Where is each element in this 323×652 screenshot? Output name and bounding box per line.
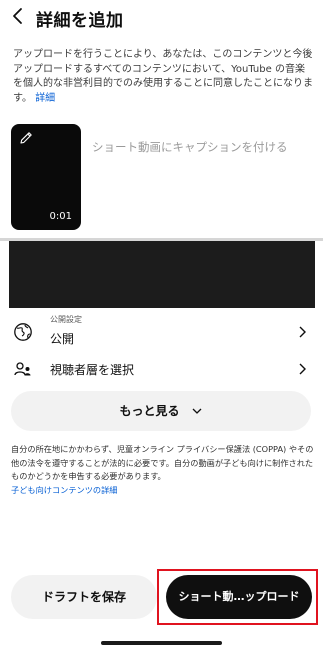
show-more-label: もっと見る bbox=[119, 404, 180, 418]
page-title: 詳細を追加 bbox=[36, 11, 124, 31]
coppa-text: 自分の所在地にかかわらず、児童オンライン プライバシー保護法 (COPPA) や… bbox=[11, 444, 314, 481]
visibility-value: 公開 bbox=[50, 332, 75, 346]
visibility-label: 公開設定 bbox=[50, 315, 82, 324]
visibility-setting-row[interactable]: 公開設定 公開 bbox=[0, 310, 323, 354]
edit-pencil-icon[interactable] bbox=[18, 130, 34, 146]
notice-details-link[interactable]: 詳細 bbox=[35, 93, 55, 104]
audience-setting-row[interactable]: 視聴者層を選択 bbox=[0, 356, 323, 382]
audience-label: 視聴者層を選択 bbox=[50, 363, 135, 377]
video-duration: 0:01 bbox=[49, 211, 72, 222]
footer-bar: ドラフトを保存 ショート動…ップロード bbox=[0, 563, 323, 652]
show-more-button[interactable]: もっと見る bbox=[11, 391, 311, 431]
chevron-right-icon bbox=[299, 326, 306, 338]
chevron-down-icon bbox=[192, 408, 202, 414]
coppa-notice: 自分の所在地にかかわらず、児童オンライン プライバシー保護法 (COPPA) や… bbox=[11, 443, 316, 497]
chevron-right-icon bbox=[299, 363, 306, 375]
music-usage-notice: アップロードを行うことにより、あなたは、このコンテンツと今後アップロードするすべ… bbox=[13, 48, 313, 106]
globe-icon bbox=[14, 323, 32, 341]
kids-content-link[interactable]: 子ども向けコンテンツの詳細 bbox=[11, 485, 117, 495]
redacted-block bbox=[9, 241, 315, 308]
header: 詳細を追加 bbox=[0, 0, 323, 36]
caption-input[interactable]: ショート動画にキャプションを付ける bbox=[92, 139, 288, 155]
notice-text: アップロードを行うことにより、あなたは、このコンテンツと今後アップロードするすべ… bbox=[13, 49, 313, 104]
save-draft-button[interactable]: ドラフトを保存 bbox=[11, 575, 157, 619]
home-indicator bbox=[101, 641, 222, 645]
upload-short-button[interactable]: ショート動…ップロード bbox=[166, 575, 312, 619]
video-thumbnail[interactable]: 0:01 bbox=[11, 124, 81, 230]
audience-icon bbox=[14, 362, 31, 376]
back-arrow-icon[interactable] bbox=[8, 4, 28, 28]
